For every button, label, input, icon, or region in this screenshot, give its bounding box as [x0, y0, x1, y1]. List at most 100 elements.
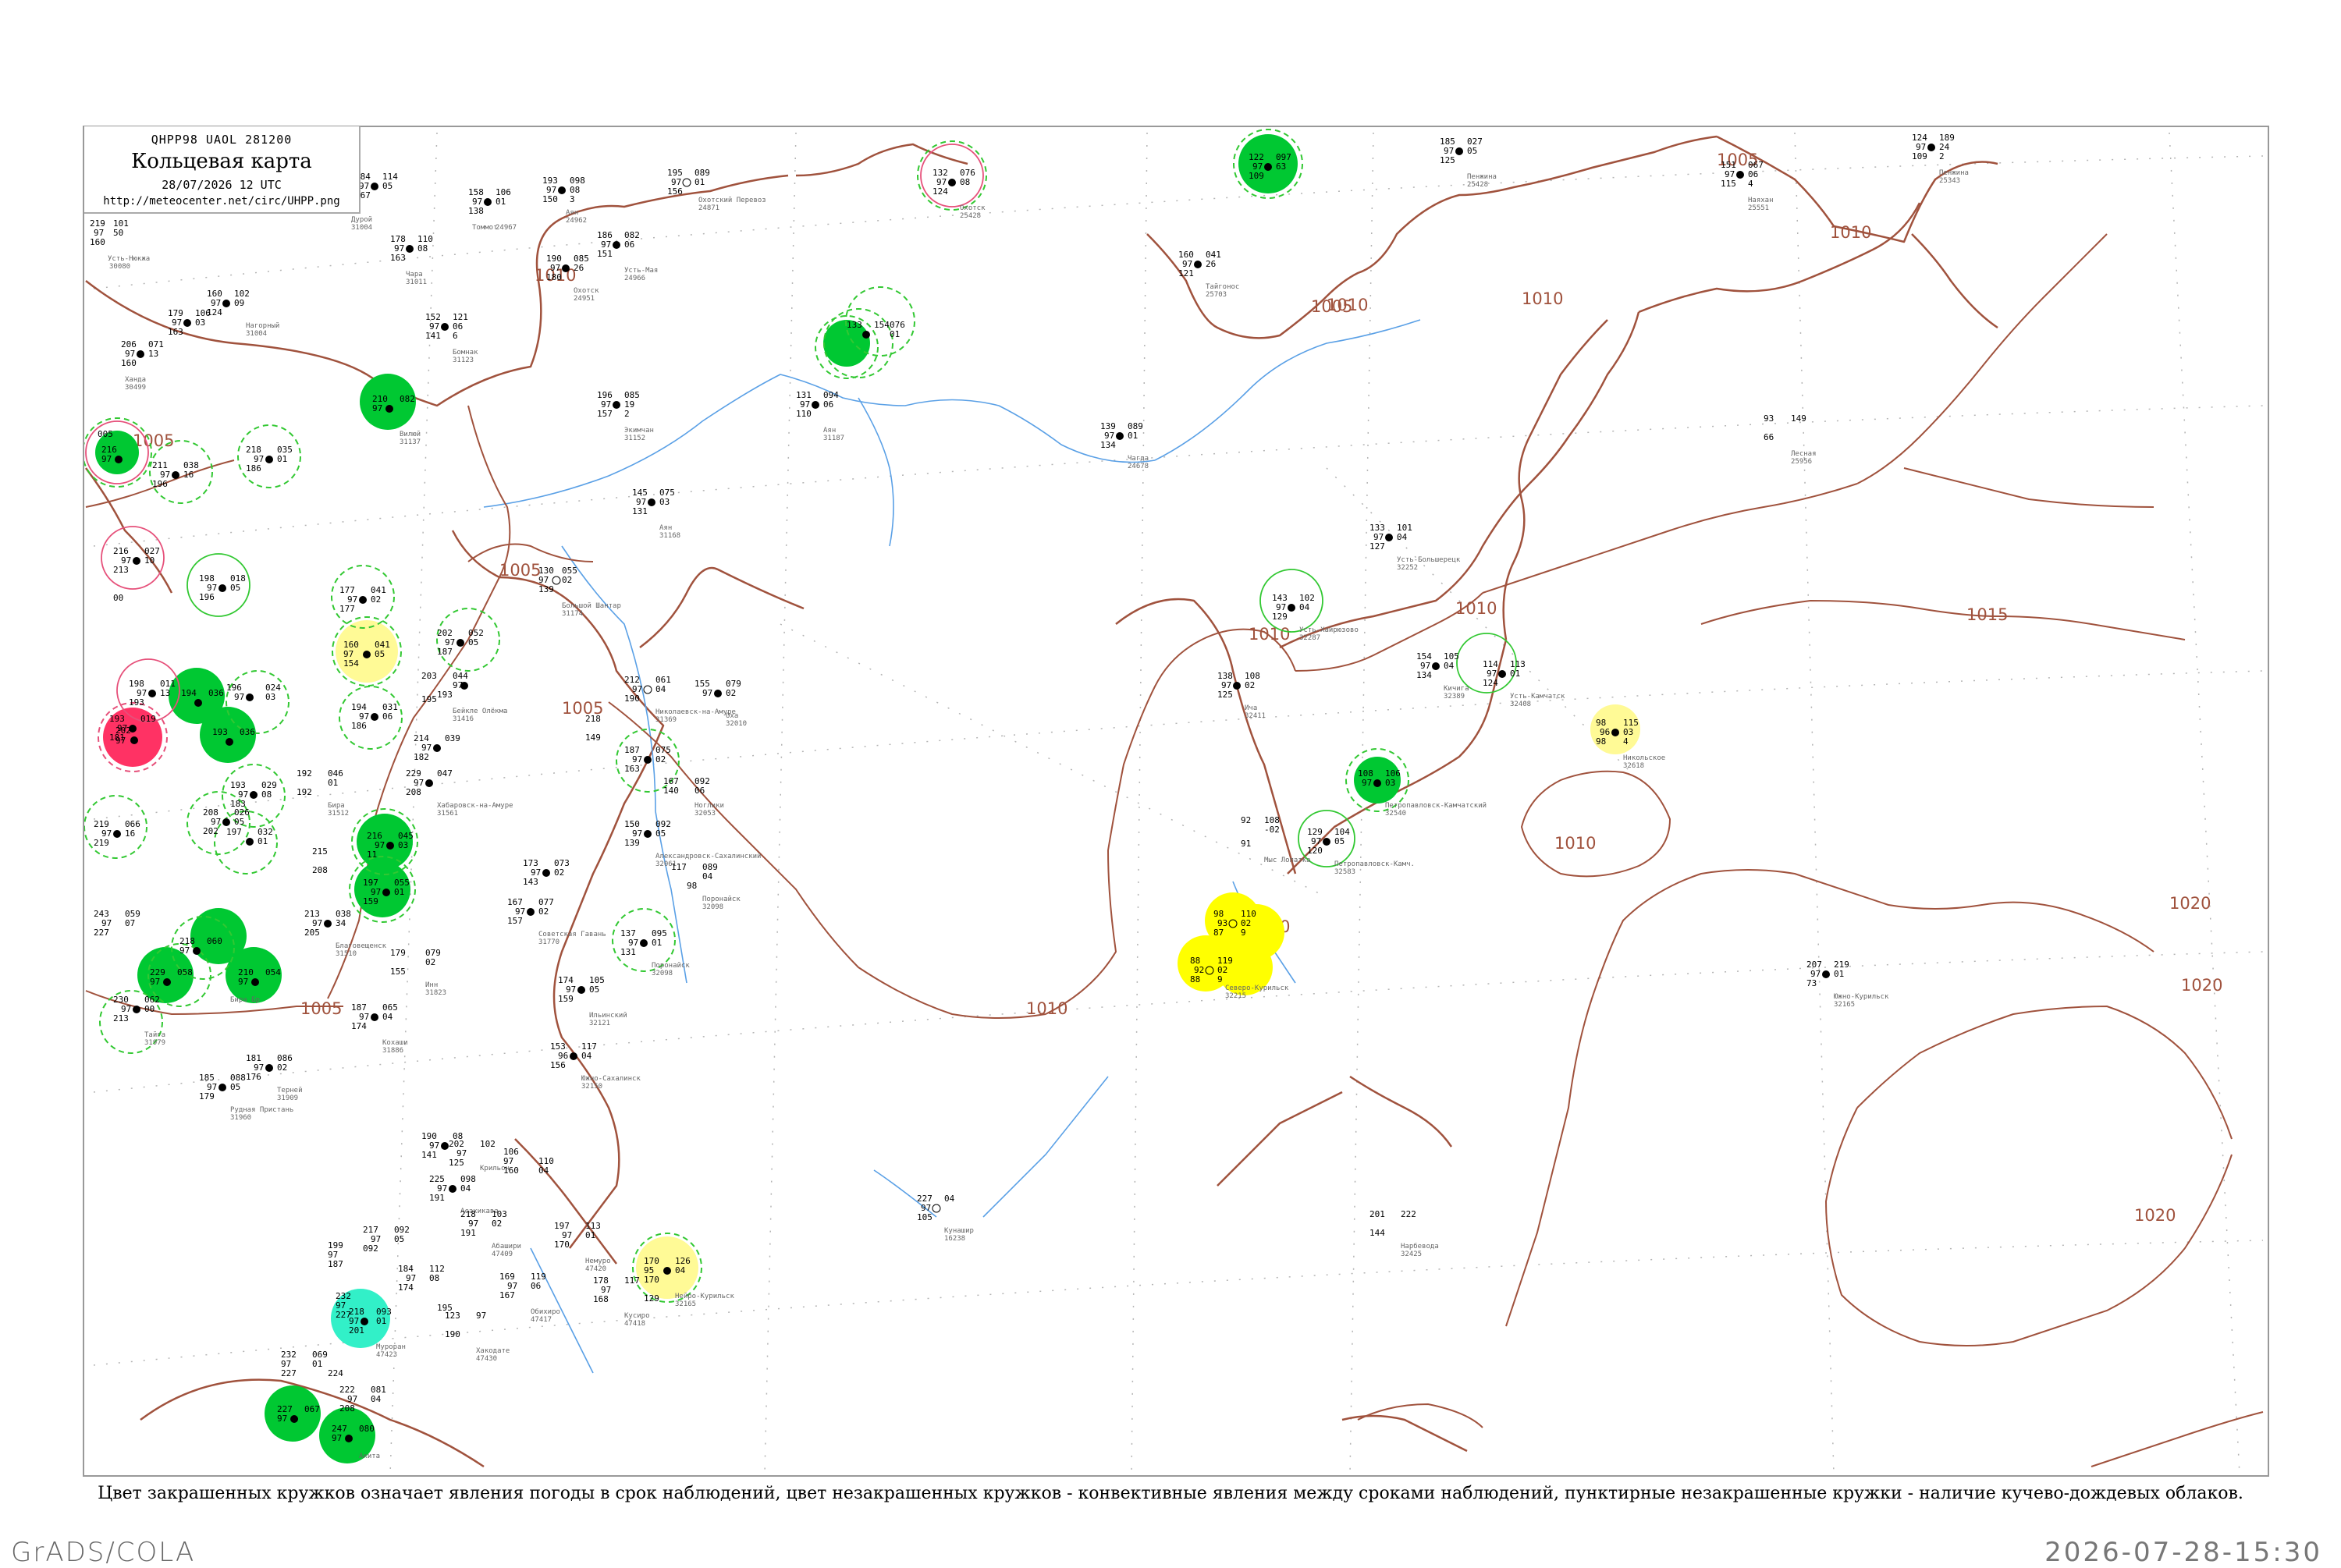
svg-text:47417: 47417 [531, 1316, 552, 1324]
isobar-label: 1005 [499, 561, 541, 580]
station-plot: 195 [437, 1303, 453, 1313]
svg-text:202: 202 [115, 725, 131, 736]
svg-text:109: 109 [1249, 171, 1264, 181]
svg-text:190: 190 [624, 694, 640, 704]
svg-text:Хабаровск-на-Амуре: Хабаровск-на-Амуре [437, 801, 513, 810]
svg-text:32053: 32053 [694, 810, 716, 818]
svg-text:Экимчан: Экимчан [624, 427, 654, 435]
svg-text:31123: 31123 [453, 357, 474, 364]
svg-text:31909: 31909 [277, 1094, 298, 1102]
svg-text:193: 193 [129, 697, 144, 708]
svg-text:Нагорный: Нагорный [246, 322, 279, 330]
svg-text:47430: 47430 [476, 1355, 497, 1363]
svg-text:Ильинский: Ильинский [589, 1012, 627, 1020]
svg-text:04: 04 [655, 684, 666, 694]
svg-text:04: 04 [1299, 602, 1310, 612]
svg-text:30499: 30499 [125, 384, 146, 392]
svg-text:32098: 32098 [702, 903, 723, 911]
svg-text:05: 05 [394, 1234, 404, 1244]
svg-text:Нейро-Курильск: Нейро-Курильск [675, 1293, 734, 1300]
svg-text:208: 208 [406, 787, 421, 797]
svg-text:163: 163 [390, 253, 406, 263]
svg-text:97: 97 [101, 454, 112, 464]
svg-text:054: 054 [265, 967, 281, 977]
svg-text:25956: 25956 [1791, 458, 1812, 466]
isobar-label: 1010 [1249, 625, 1290, 644]
isobar-label: 1020 [2169, 894, 2211, 913]
svg-text:31004: 31004 [351, 224, 372, 232]
svg-text:Охотск: Охотск [960, 204, 986, 212]
map-title: Кольцевая карта [131, 150, 312, 173]
svg-text:191: 191 [460, 1228, 476, 1238]
svg-text:170: 170 [644, 1275, 659, 1285]
svg-text:Южно-Курильск: Южно-Курильск [1834, 993, 1889, 1001]
svg-text:31823: 31823 [425, 989, 446, 997]
svg-text:Петропавловск-Камчатский: Петропавловск-Камчатский [1385, 802, 1487, 810]
svg-text:227: 227 [94, 928, 109, 938]
svg-text:32425: 32425 [1401, 1250, 1422, 1258]
svg-text:156: 156 [550, 1060, 566, 1070]
svg-text:Оха: Оха [726, 712, 738, 720]
svg-text:73: 73 [1806, 978, 1817, 988]
svg-text:03: 03 [265, 692, 275, 702]
svg-text:Вилюй: Вилюй [400, 431, 421, 438]
svg-text:04: 04 [371, 1394, 382, 1404]
svg-text:202: 202 [203, 826, 218, 836]
svg-text:24967: 24967 [496, 224, 517, 232]
svg-text:187: 187 [328, 1259, 343, 1269]
svg-text:105: 105 [917, 1212, 932, 1222]
svg-text:080: 080 [359, 1424, 375, 1434]
svg-text:31168: 31168 [659, 532, 680, 540]
svg-text:31770: 31770 [538, 938, 559, 946]
svg-text:Муроран: Муроран [376, 1343, 406, 1351]
svg-text:124: 124 [932, 186, 948, 197]
svg-text:05: 05 [375, 649, 385, 659]
svg-text:24678: 24678 [1128, 463, 1149, 470]
svg-text:Усть-Хайрюзово: Усть-Хайрюзово [1299, 626, 1359, 634]
svg-text:31510: 31510 [336, 950, 357, 958]
svg-text:Южно-Сахалинск: Южно-Сахалинск [581, 1075, 641, 1083]
svg-text:Обихиро: Обихиро [531, 1307, 560, 1316]
map-source-url[interactable]: http://meteocenter.net/circ/UHPP.png [84, 195, 359, 208]
svg-text:25428: 25428 [960, 212, 981, 220]
svg-text:157: 157 [507, 916, 523, 926]
svg-text:159: 159 [363, 896, 378, 906]
svg-text:Наяхан: Наяхан [1748, 197, 1774, 204]
svg-text:31004: 31004 [246, 330, 267, 338]
svg-text:9: 9 [1217, 974, 1223, 984]
svg-text:131: 131 [632, 506, 648, 516]
svg-text:32165: 32165 [675, 1300, 696, 1308]
svg-text:97: 97 [1362, 778, 1372, 788]
svg-text:01: 01 [694, 177, 705, 187]
svg-text:213: 213 [113, 565, 129, 575]
svg-text:190: 190 [445, 1329, 460, 1339]
svg-text:Мыс Лопатка: Мыс Лопатка [1264, 857, 1311, 864]
svg-text:25703: 25703 [1206, 291, 1227, 299]
svg-text:00: 00 [113, 593, 123, 603]
svg-text:092: 092 [363, 1243, 378, 1254]
svg-text:159: 159 [558, 994, 574, 1004]
svg-text:05: 05 [382, 181, 393, 191]
svg-text:02: 02 [492, 1219, 502, 1229]
svg-text:31152: 31152 [624, 435, 645, 442]
svg-text:039: 039 [445, 733, 460, 743]
svg-text:98: 98 [1596, 736, 1606, 747]
svg-text:160: 160 [90, 237, 105, 247]
svg-text:192: 192 [297, 787, 312, 797]
svg-text:32389: 32389 [1444, 693, 1465, 701]
svg-text:32408: 32408 [1510, 701, 1531, 708]
svg-text:16: 16 [183, 470, 194, 480]
svg-text:183: 183 [230, 799, 246, 809]
svg-text:203: 203 [421, 671, 437, 681]
svg-text:01: 01 [652, 938, 662, 948]
svg-text:04: 04 [702, 871, 713, 882]
svg-text:144: 144 [1369, 1228, 1385, 1238]
svg-text:174: 174 [398, 1282, 414, 1293]
svg-text:13: 13 [148, 349, 158, 359]
svg-text:194: 194 [181, 688, 197, 698]
svg-text:02: 02 [425, 957, 435, 967]
svg-text:Немуро: Немуро [585, 1258, 611, 1265]
svg-text:Чагда: Чагда [1128, 455, 1149, 463]
svg-text:06: 06 [823, 399, 833, 410]
svg-text:156: 156 [667, 186, 683, 197]
